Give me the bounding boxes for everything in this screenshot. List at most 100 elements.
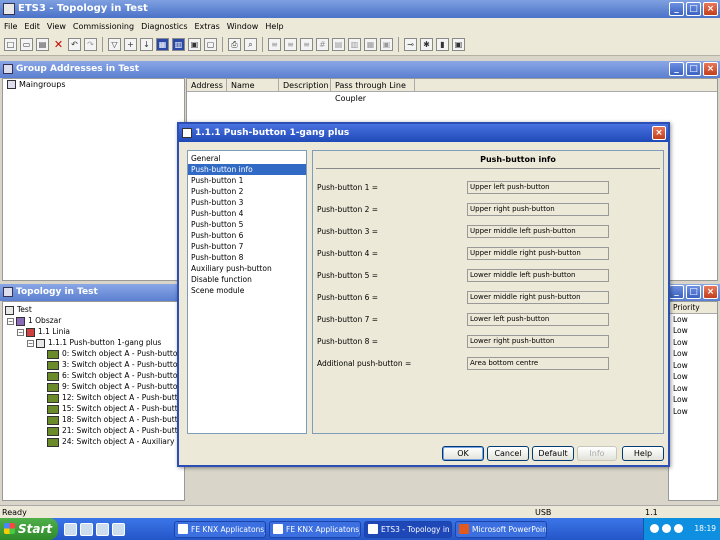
bus-monitor-icon[interactable]: ▮ bbox=[436, 38, 449, 51]
redo-icon[interactable]: ↷ bbox=[84, 38, 97, 51]
open-icon[interactable]: ▭ bbox=[20, 38, 33, 51]
building-view-icon[interactable]: ▣ bbox=[188, 38, 201, 51]
maximize-button[interactable]: □ bbox=[686, 2, 701, 16]
menu-edit[interactable]: Edit bbox=[24, 22, 40, 31]
tree-root[interactable]: Test bbox=[5, 304, 32, 315]
column-name[interactable]: Name bbox=[227, 79, 279, 91]
tree-object[interactable]: 21: Switch object A - Push-button 8 bbox=[47, 425, 184, 436]
nav-item-scene-module[interactable]: Scene module bbox=[188, 285, 306, 296]
add-device-icon[interactable]: + bbox=[124, 38, 137, 51]
quick-launch-icon[interactable] bbox=[96, 522, 109, 536]
tree-object[interactable]: 3: Switch object A - Push-button 2 bbox=[47, 359, 184, 370]
nav-item-disable-function[interactable]: Disable function bbox=[188, 274, 306, 285]
powerpoint-icon bbox=[459, 523, 469, 534]
group-view-icon[interactable]: ▢ bbox=[204, 38, 217, 51]
nav-item-general[interactable]: General bbox=[188, 153, 306, 164]
priority-cell: Low bbox=[673, 406, 688, 416]
ok-button[interactable]: OK bbox=[442, 446, 484, 461]
view-icon[interactable]: ▦ bbox=[156, 38, 169, 51]
nav-item-push-button-2[interactable]: Push-button 2 bbox=[188, 186, 306, 197]
collapse-icon[interactable]: − bbox=[27, 339, 34, 347]
column-description[interactable]: Description bbox=[279, 79, 331, 91]
menu-help[interactable]: Help bbox=[265, 22, 283, 31]
minimize-button[interactable]: _ bbox=[669, 2, 684, 16]
tree-device[interactable]: − 1.1.1 Push-button 1-gang plus bbox=[27, 337, 161, 348]
print-icon[interactable]: ⎙ bbox=[228, 38, 241, 51]
pane-close-button[interactable]: × bbox=[703, 62, 718, 76]
clipboard-icon[interactable]: ▤ bbox=[36, 38, 49, 51]
menu-window[interactable]: Window bbox=[227, 22, 259, 31]
info-button[interactable]: Info bbox=[577, 446, 617, 461]
pane-minimize-button[interactable]: _ bbox=[669, 62, 684, 76]
collapse-icon[interactable]: − bbox=[17, 328, 24, 336]
diagnostics-icon[interactable]: ✱ bbox=[420, 38, 433, 51]
nav-item-push-button-3[interactable]: Push-button 3 bbox=[188, 197, 306, 208]
layout-icon[interactable]: ▤ bbox=[332, 38, 345, 51]
taskbar-item[interactable]: ETS3 - Topology in Test bbox=[364, 520, 452, 538]
nav-item-auxiliary[interactable]: Auxiliary push-button bbox=[188, 263, 306, 274]
collapse-icon[interactable]: − bbox=[7, 317, 14, 325]
menu-view[interactable]: View bbox=[47, 22, 66, 31]
download-icon[interactable]: ↓ bbox=[140, 38, 153, 51]
tree-object[interactable]: 6: Switch object A - Push-button 3 bbox=[47, 370, 184, 381]
tree-object[interactable]: 18: Switch object A - Push-button 7 bbox=[47, 414, 184, 425]
clock: 18:19 bbox=[694, 524, 716, 533]
tree-item-maingroups[interactable]: Maingroups bbox=[3, 79, 184, 91]
tray-icon[interactable] bbox=[650, 524, 660, 533]
rows-icon[interactable]: ▦ bbox=[364, 38, 377, 51]
tree-object[interactable]: 9: Switch object A - Push-button 4 bbox=[47, 381, 184, 392]
menu-file[interactable]: File bbox=[4, 22, 17, 31]
undo-icon[interactable]: ↶ bbox=[68, 38, 81, 51]
new-icon[interactable]: □ bbox=[4, 38, 17, 51]
quick-launch-icon[interactable] bbox=[64, 522, 77, 536]
tray-icon[interactable] bbox=[674, 524, 684, 533]
menu-extras[interactable]: Extras bbox=[194, 22, 219, 31]
close-button[interactable]: × bbox=[703, 2, 718, 16]
monitor-icon[interactable]: ▣ bbox=[452, 38, 465, 51]
taskbar-item[interactable]: FE KNX Applicatons_s... bbox=[174, 520, 266, 538]
quick-launch-icon[interactable] bbox=[80, 522, 93, 536]
quick-launch-icon[interactable] bbox=[112, 522, 125, 536]
nav-item-push-button-8[interactable]: Push-button 8 bbox=[188, 252, 306, 263]
tree-line[interactable]: − 1.1 Linia bbox=[17, 326, 70, 337]
column-address[interactable]: Address bbox=[187, 79, 227, 91]
align-center-icon[interactable]: ≡ bbox=[284, 38, 297, 51]
delete-icon[interactable]: ✕ bbox=[52, 38, 65, 51]
nav-item-push-button-5[interactable]: Push-button 5 bbox=[188, 219, 306, 230]
pane-maximize-button[interactable]: □ bbox=[686, 62, 701, 76]
nav-item-push-button-4[interactable]: Push-button 4 bbox=[188, 208, 306, 219]
priority-header[interactable]: Priority bbox=[669, 302, 717, 314]
grid-icon[interactable]: # bbox=[316, 38, 329, 51]
tree-object[interactable]: 12: Switch object A - Push-button 5 bbox=[47, 392, 184, 403]
nav-item-push-button-info[interactable]: Push-button info bbox=[188, 164, 306, 175]
nav-item-push-button-7[interactable]: Push-button 7 bbox=[188, 241, 306, 252]
nav-item-push-button-1[interactable]: Push-button 1 bbox=[188, 175, 306, 186]
window-icon[interactable]: ▣ bbox=[380, 38, 393, 51]
tree-object[interactable]: 0: Switch object A - Push-button 1 bbox=[47, 348, 184, 359]
taskbar-item[interactable]: FE KNX Applicatons_b... bbox=[269, 520, 361, 538]
menu-commissioning[interactable]: Commissioning bbox=[73, 22, 134, 31]
align-right-icon[interactable]: ≡ bbox=[300, 38, 313, 51]
pane-minimize-button[interactable]: _ bbox=[669, 285, 684, 299]
topology-view-icon[interactable]: ▥ bbox=[172, 38, 185, 51]
help-button[interactable]: Help bbox=[622, 446, 664, 461]
column-pass-through[interactable]: Pass through Line Coupler bbox=[331, 79, 415, 103]
pane-close-button[interactable]: × bbox=[703, 285, 718, 299]
cancel-button[interactable]: Cancel bbox=[487, 446, 529, 461]
pane-maximize-button[interactable]: □ bbox=[686, 285, 701, 299]
connector-icon[interactable]: ⊸ bbox=[404, 38, 417, 51]
tray-icon[interactable] bbox=[662, 524, 672, 533]
tree-object[interactable]: 24: Switch object A - Auxiliary push-but… bbox=[47, 436, 184, 447]
default-button[interactable]: Default bbox=[532, 446, 574, 461]
dialog-close-button[interactable]: × bbox=[652, 126, 666, 140]
start-button[interactable]: Start bbox=[0, 518, 58, 540]
menu-diagnostics[interactable]: Diagnostics bbox=[141, 22, 187, 31]
tree-area[interactable]: − 1 Obszar bbox=[7, 315, 61, 326]
tree-object[interactable]: 15: Switch object A - Push-button 6 bbox=[47, 403, 184, 414]
columns-icon[interactable]: ▥ bbox=[348, 38, 361, 51]
filter-icon[interactable]: ▽ bbox=[108, 38, 121, 51]
taskbar-item[interactable]: Microsoft PowerPoint bbox=[455, 520, 547, 538]
align-left-icon[interactable]: ≡ bbox=[268, 38, 281, 51]
nav-item-push-button-6[interactable]: Push-button 6 bbox=[188, 230, 306, 241]
search-icon[interactable]: ⌕ bbox=[244, 38, 257, 51]
